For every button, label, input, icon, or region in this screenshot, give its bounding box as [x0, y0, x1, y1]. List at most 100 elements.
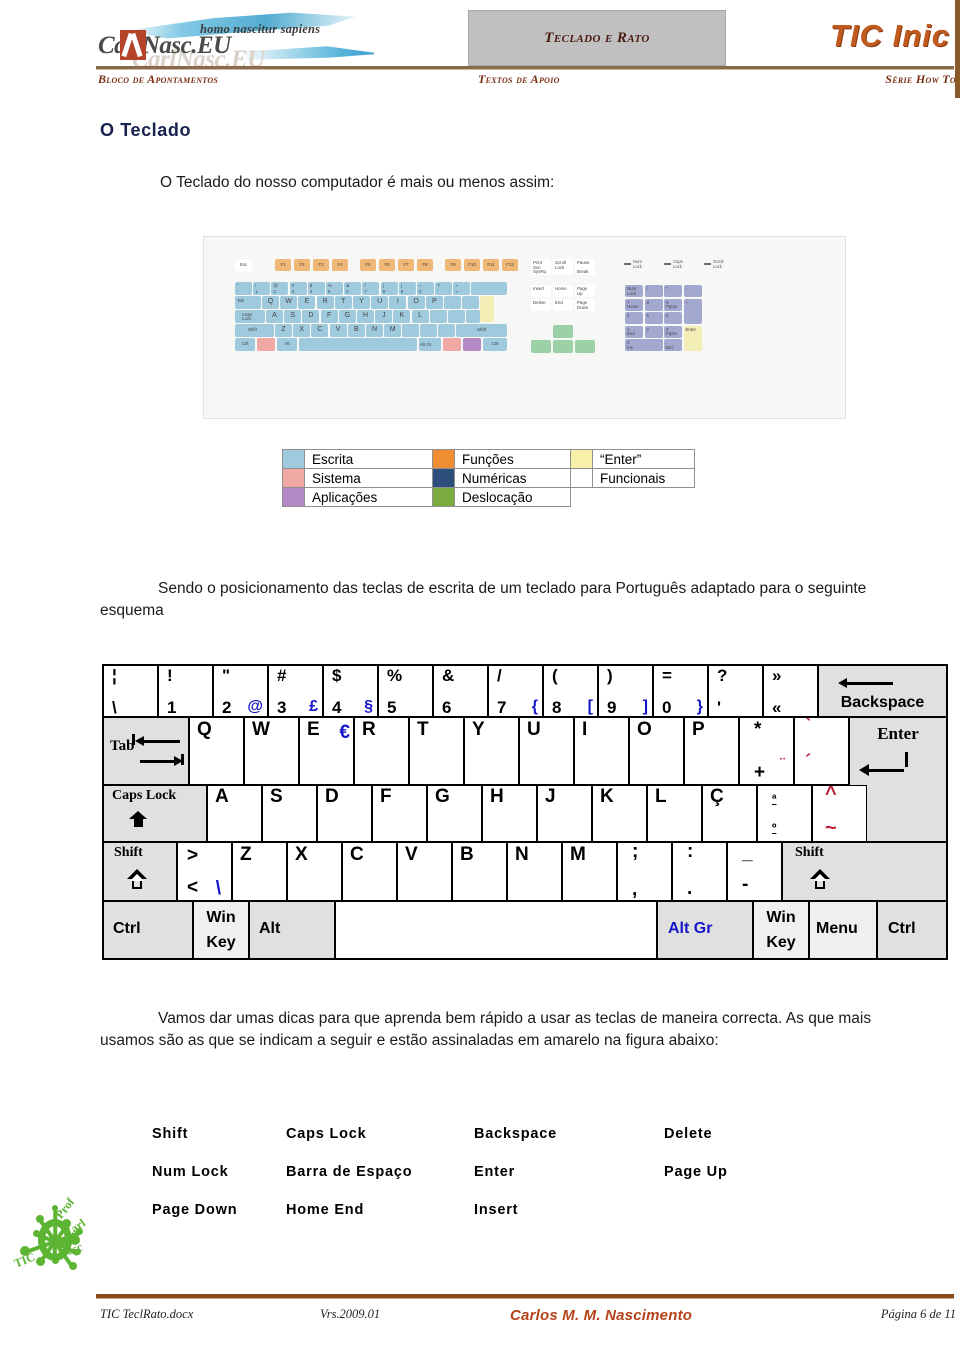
key-circumflex-tilde: ^ ~ — [812, 785, 867, 842]
key-label: Alt Gr — [668, 920, 713, 937]
legend-empty-cell — [571, 488, 593, 507]
key-v: V — [329, 324, 347, 337]
arrow-right-icon — [140, 756, 183, 766]
key-num-2: " 2 @ — [213, 665, 268, 717]
key-label: : — [687, 842, 694, 862]
key-label: P — [431, 298, 437, 305]
key-label: F11 — [487, 262, 495, 267]
key-label: Enter — [685, 326, 697, 332]
key-name: Page Up — [664, 1164, 728, 1180]
legend-label-funcoes: Funções — [454, 449, 571, 469]
header-brand: TIC Inic — [830, 18, 950, 53]
key-label: 4 — [332, 698, 342, 717]
key-a: A — [207, 785, 262, 842]
key-label: % — [387, 666, 403, 685]
key-label: - — [685, 286, 687, 291]
key-label: ~ — [825, 817, 837, 839]
key-p: P — [425, 296, 443, 309]
numpad-0: 0 Ins — [625, 339, 663, 351]
key-label: Shift — [477, 327, 486, 332]
portuguese-keyboard-figure: ¦ \! 1 " 2 @ #3 £ $4 §% 5 & 6/7{(8[) 9] = 0}? '» «Backspa… — [102, 664, 948, 960]
key-label: I — [582, 719, 588, 740]
key-name: Insert — [474, 1202, 519, 1218]
key-alt: Alt — [277, 338, 297, 351]
key-label: } — [696, 698, 703, 715]
legend-swatch-enter — [570, 449, 593, 469]
key-label: 4 — [627, 313, 630, 318]
key-accent1 — [444, 296, 461, 309]
key-z: Z — [275, 324, 292, 337]
key-e: E — [298, 296, 316, 309]
key-label: Z — [281, 326, 286, 333]
list-item: Page Down Home End Insert — [152, 1202, 852, 1218]
key-label: Lock — [627, 290, 637, 296]
key-label: K — [399, 312, 405, 319]
keyboard-overview-figure: Esc F1 F2 F3 F4 F5 F6 F7 F8 F9 F10 F11 F12 " '! 1 @2 #3 $4… — [203, 236, 846, 419]
key-num-4: $4 § — [323, 665, 378, 717]
key-scrolllock: Scroll Lock — [553, 259, 573, 275]
key-label: F4 — [337, 262, 343, 267]
key-num-10: = 0} — [653, 665, 708, 717]
key-label: Pause — [577, 260, 590, 265]
key-dash — [438, 324, 455, 337]
key-name: Caps Lock — [286, 1126, 367, 1142]
legend-swatch-sistema — [282, 468, 305, 488]
document-page: homo nascitur sapiens CarlNasc.EU CarlNa… — [0, 0, 960, 1348]
legend-empty-cell — [593, 488, 695, 507]
key-win-right: Win Key — [753, 901, 809, 959]
logo-text: TIC — [11, 1249, 38, 1271]
key-label: 8 — [382, 289, 386, 294]
key-l: L — [647, 785, 702, 842]
key-label: F6 — [384, 262, 390, 267]
key-label: Ctrl — [241, 341, 249, 346]
header-divider-light — [96, 69, 954, 70]
key-m: M — [384, 324, 402, 337]
key-d: D — [317, 785, 372, 842]
key-b: B — [452, 842, 507, 901]
header-subtitle-right: Série How To — [885, 72, 956, 86]
key-label: G — [344, 312, 351, 319]
key-label: = — [662, 666, 672, 685]
key-label: D — [308, 312, 314, 319]
key-tab: Tab — [235, 296, 261, 309]
key-semicolon — [402, 324, 419, 337]
key-num-7: / 7 { — [488, 665, 543, 717]
legend-swatch-numericas — [432, 468, 455, 488]
key-shift-right: Shift — [456, 324, 507, 337]
key-num-5: % 5 — [378, 665, 433, 717]
key-label: & — [346, 283, 350, 288]
key-win-left: Win Key — [193, 901, 249, 959]
key-num-11: ? ' — [435, 282, 453, 295]
key-label: Key — [766, 934, 796, 951]
key-f1: F1 — [275, 259, 291, 271]
key-label: Ctrl — [888, 920, 916, 937]
key-label: ! — [167, 666, 173, 685]
enter-arrow-icon — [859, 752, 908, 776]
key-win-left — [257, 338, 275, 351]
key-p: P — [684, 717, 739, 785]
key-label: R — [362, 719, 376, 740]
key-label: 2 — [273, 289, 276, 294]
numpad-9: 9 PgUp — [664, 298, 682, 311]
key-label: F — [326, 312, 332, 319]
key-label: A — [215, 786, 229, 807]
key-v: V — [397, 842, 452, 901]
legend-swatch-funcoes — [432, 449, 455, 469]
key-label: € — [339, 722, 350, 743]
header-subtitle-left: Bloco de Apontamentos — [98, 72, 219, 86]
key-label: Esc — [239, 262, 248, 267]
key-label: 0 — [662, 698, 672, 717]
numpad-numlock: Num Lock — [625, 285, 643, 297]
key-label: Lock — [242, 316, 252, 321]
key-label: U — [527, 719, 541, 740]
key-label: < — [187, 877, 199, 898]
key-label: 8 — [646, 299, 649, 305]
footer-author: Carlos M. M. Nascimento — [510, 1307, 693, 1324]
key-y: Y — [353, 296, 370, 309]
key-printscreen: Print Scn SysRq — [531, 259, 551, 275]
key-label: A — [272, 312, 277, 319]
key-label: * — [666, 286, 668, 291]
key-num-10: = 0 — [417, 282, 434, 295]
key-label: > — [187, 845, 199, 866]
key-s: S — [284, 310, 302, 323]
